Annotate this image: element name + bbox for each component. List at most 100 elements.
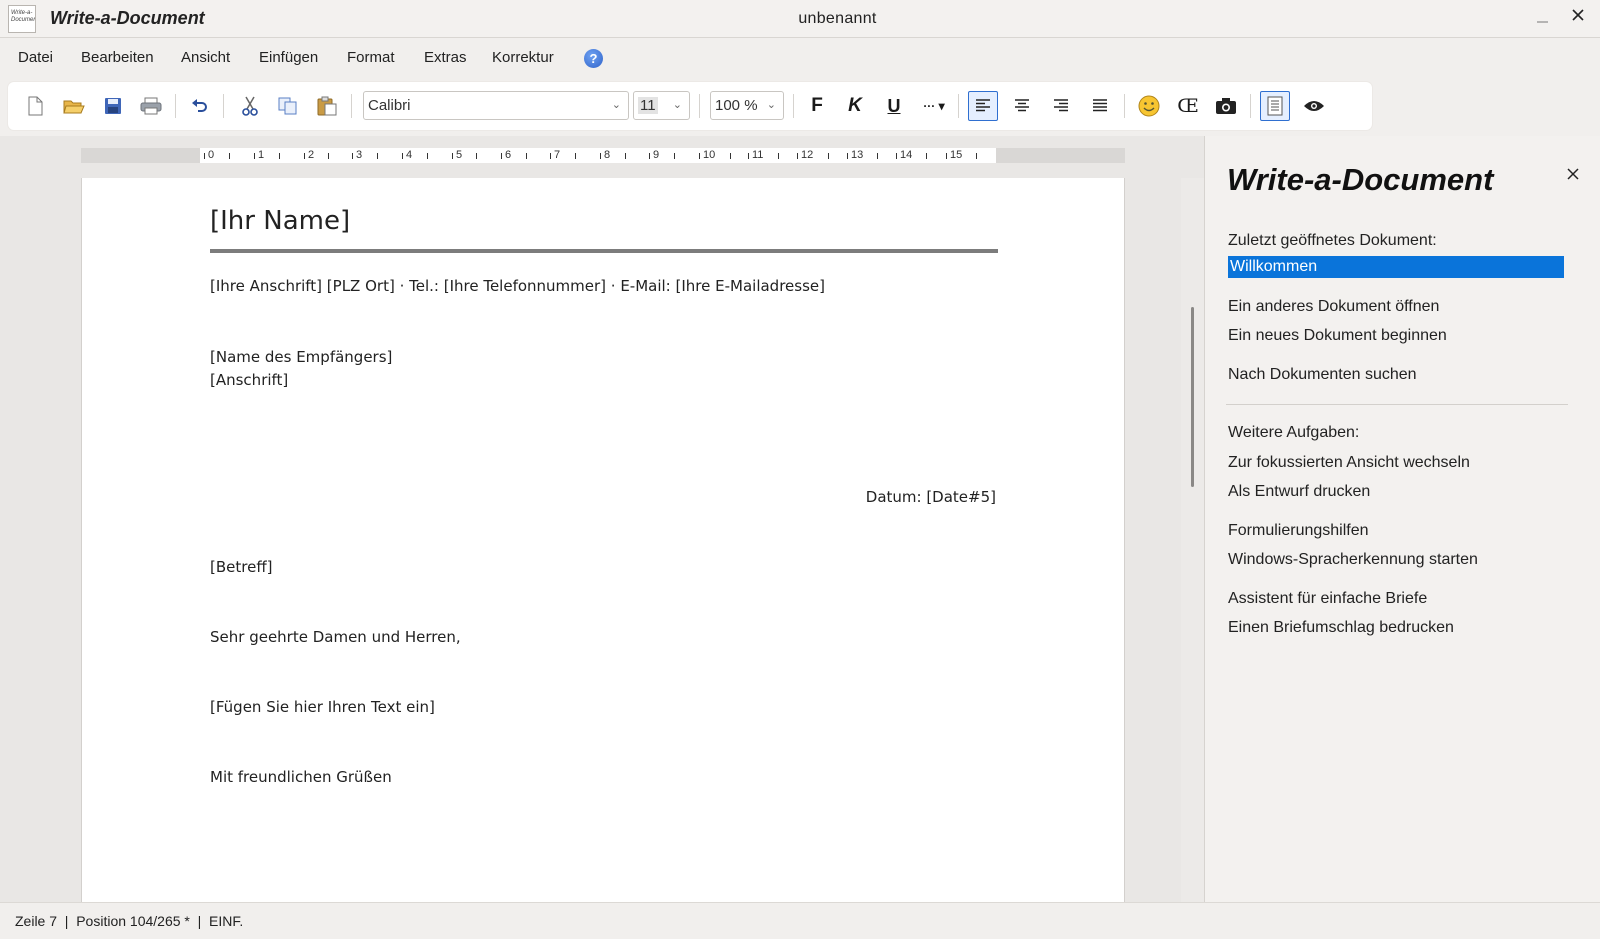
justify-icon [1093,99,1107,112]
open-other-document-link[interactable]: Ein anderes Dokument öffnen [1228,298,1439,316]
more-formatting-button[interactable]: ··· ▾ [917,91,951,121]
document-title: unbenannt [798,10,877,27]
chevron-down-icon: ⌄ [611,99,621,111]
new-document-link[interactable]: Ein neues Dokument beginnen [1228,327,1447,345]
ruler[interactable]: 0 1 2 3 4 5 6 7 8 9 10 11 12 13 14 15 [200,148,996,163]
font-size-value: 11 [638,97,658,114]
preview-button[interactable] [1299,91,1329,121]
open-button[interactable] [59,91,89,121]
justify-button[interactable] [1085,91,1115,121]
close-icon [1567,168,1579,180]
menu-datei[interactable]: Datei [18,49,53,66]
menu-ansicht[interactable]: Ansicht [181,49,230,66]
salutation[interactable]: Sehr geehrte Damen und Herren, [210,628,461,646]
chevron-down-icon: ⌄ [672,99,682,111]
help-icon[interactable]: ? [584,49,603,68]
special-character-button[interactable]: Œ [1173,91,1203,121]
save-button[interactable] [98,91,128,121]
zoom-value: 100 % [715,97,758,114]
date-line[interactable]: Datum: [Date#5] [866,488,996,506]
body-text[interactable]: [Fügen Sie hier Ihren Text ein] [210,698,435,716]
menu-extras[interactable]: Extras [424,49,467,66]
insert-picture-button[interactable] [1211,91,1241,121]
toolbar: Calibri ⌄ 11 ⌄ 100 % ⌄ F K U ··· ▾ Œ [8,82,1372,130]
letter-wizard-link[interactable]: Assistent für einfache Briefe [1228,590,1427,608]
more-tasks-label: Weitere Aufgaben: [1228,424,1360,441]
undo-icon [192,99,207,112]
print-button[interactable] [136,91,166,121]
sender-name[interactable]: [Ihr Name] [210,206,350,236]
emoji-button[interactable] [1134,91,1164,121]
camera-icon [1216,98,1236,114]
toolbar-separator [699,94,700,118]
align-right-button[interactable] [1046,91,1076,121]
undo-button[interactable] [185,91,215,121]
ruler-label: 7 [554,149,561,161]
align-left-button[interactable] [968,91,998,121]
document-page[interactable]: [Ihr Name] [Ihre Anschrift] [PLZ Ort] · … [81,178,1125,902]
sender-address-line[interactable]: [Ihre Anschrift] [PLZ Ort] · Tel.: [Ihre… [210,277,825,295]
new-document-icon [28,96,43,116]
folder-open-icon [63,100,85,114]
toolbar-separator [351,94,352,118]
new-document-button[interactable] [20,91,50,121]
menu-format[interactable]: Format [347,49,395,66]
minimize-button[interactable] [1536,10,1550,27]
smiley-icon [1138,95,1160,117]
panel-title: Write-a-Document [1227,162,1494,197]
recipient-address[interactable]: [Anschrift] [210,371,288,389]
underline-button[interactable]: U [879,91,909,121]
recent-document-link[interactable]: Willkommen [1228,256,1564,278]
search-documents-link[interactable]: Nach Dokumenten suchen [1228,366,1417,384]
menu-bearbeiten[interactable]: Bearbeiten [81,49,154,66]
cut-button[interactable] [235,91,265,121]
ruler-label: 6 [505,149,512,161]
toolbar-separator [223,94,224,118]
align-center-button[interactable] [1007,91,1037,121]
ruler-label: 3 [356,149,363,161]
chevron-down-icon: ⌄ [766,99,776,111]
scissors-icon [242,96,258,116]
close-window-button[interactable] [1570,6,1586,29]
close-icon [1572,9,1584,21]
italic-button[interactable]: K [840,91,870,121]
page-layout-icon [1267,96,1283,116]
print-draft-link[interactable]: Als Entwurf drucken [1228,483,1370,501]
bold-button[interactable]: F [802,91,832,121]
task-panel: Write-a-Document Zuletzt geöffnetes Doku… [1204,136,1600,902]
ruler-label: 11 [752,149,764,161]
zoom-select[interactable]: 100 % ⌄ [710,91,784,120]
save-icon [105,98,121,114]
paste-button[interactable] [312,91,342,121]
print-envelope-link[interactable]: Einen Briefumschlag bedrucken [1228,619,1454,637]
panel-close-button[interactable] [1567,164,1579,185]
printer-icon [140,97,162,115]
menu-bar: Datei Bearbeiten Ansicht Einfügen Format… [0,44,1600,74]
font-family-value: Calibri [368,97,411,114]
scrollbar-thumb[interactable] [1191,307,1194,487]
align-right-icon [1054,99,1068,112]
phrasing-help-link[interactable]: Formulierungshilfen [1228,522,1369,540]
subject-line[interactable]: [Betreff] [210,558,273,576]
recipient-name[interactable]: [Name des Empfängers] [210,348,392,366]
title-bar: Write-a- Document Write-a-Document unben… [0,0,1600,38]
eye-icon [1304,101,1324,111]
menu-einfuegen[interactable]: Einfügen [259,49,318,66]
ruler-label: 10 [703,149,716,161]
vertical-scrollbar[interactable] [1181,178,1204,902]
menu-korrektur[interactable]: Korrektur [492,49,554,66]
font-size-select[interactable]: 11 ⌄ [633,91,690,120]
page-view-button[interactable] [1260,91,1290,121]
toolbar-separator [1124,94,1125,118]
toolbar-separator [958,94,959,118]
closing[interactable]: Mit freundlichen Grüßen [210,768,392,786]
ruler-label: 0 [208,149,215,161]
copy-icon [278,97,297,115]
focus-view-link[interactable]: Zur fokussierten Ansicht wechseln [1228,454,1470,472]
speech-recognition-link[interactable]: Windows-Spracherkennung starten [1228,551,1478,569]
copy-button[interactable] [273,91,303,121]
font-family-select[interactable]: Calibri ⌄ [363,91,629,120]
paste-icon [317,96,337,116]
panel-divider [1226,404,1568,405]
ruler-label: 5 [456,149,463,161]
